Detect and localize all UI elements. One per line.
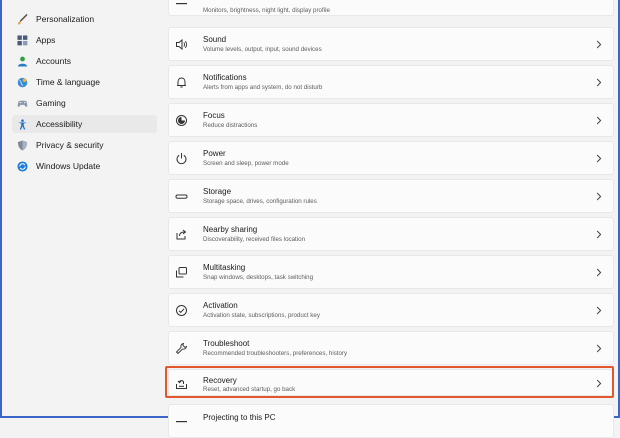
setting-projecting[interactable]: Projecting to this PC: [168, 404, 614, 438]
sidebar-item-label: Time & language: [36, 77, 100, 87]
chevron-right-icon: [596, 78, 602, 87]
display-icon: [175, 0, 188, 11]
sidebar-item-windows-update[interactable]: Windows Update: [12, 157, 157, 175]
setting-description: Reset, advanced startup, go back: [203, 386, 296, 393]
person-icon: [17, 56, 28, 67]
setting-title: Activation: [203, 301, 238, 310]
setting-title: Focus: [203, 111, 225, 120]
setting-title: Troubleshoot: [203, 339, 250, 348]
setting-description: Reduce distractions: [203, 122, 258, 129]
sidebar-item-label: Personalization: [36, 14, 95, 24]
setting-focus[interactable]: Focus Reduce distractions: [168, 103, 614, 137]
sidebar-item-label: Accounts: [36, 56, 71, 66]
sidebar: Personalization Apps Accounts Time & lan…: [12, 0, 160, 418]
setting-title: Power: [203, 149, 226, 158]
setting-title: Multitasking: [203, 263, 246, 272]
chevron-right-icon: [596, 306, 602, 315]
setting-activation[interactable]: Activation Activation state, subscriptio…: [168, 293, 614, 327]
setting-troubleshoot[interactable]: Troubleshoot Recommended troubleshooters…: [168, 331, 614, 365]
power-icon: [175, 152, 188, 165]
chevron-right-icon: [596, 154, 602, 163]
sidebar-item-label: Accessibility: [36, 119, 83, 129]
bell-icon: [175, 76, 188, 89]
chevron-right-icon: [596, 379, 602, 388]
setting-title: Recovery: [203, 376, 237, 385]
sidebar-item-personalization[interactable]: Personalization: [12, 10, 157, 28]
focus-icon: [175, 114, 188, 127]
shield-icon: [17, 139, 28, 151]
setting-storage[interactable]: Storage Storage space, drives, configura…: [168, 179, 614, 213]
brush-icon: [17, 13, 28, 25]
sidebar-item-accounts[interactable]: Accounts: [12, 52, 157, 70]
setting-recovery[interactable]: Recovery Reset, advanced startup, go bac…: [168, 369, 614, 396]
chevron-right-icon: [596, 192, 602, 201]
setting-sound[interactable]: Sound Volume levels, output, input, soun…: [168, 27, 614, 61]
setting-description: Alerts from apps and system, do not dist…: [203, 84, 323, 91]
setting-description: Activation state, subscriptions, product…: [203, 312, 320, 319]
setting-display[interactable]: Monitors, brightness, night light, displ…: [168, 0, 614, 16]
sidebar-item-apps[interactable]: Apps: [12, 31, 157, 49]
sidebar-item-label: Privacy & security: [36, 140, 104, 150]
setting-title: Nearby sharing: [203, 225, 258, 234]
sidebar-item-privacy-security[interactable]: Privacy & security: [12, 136, 157, 154]
project-icon: [175, 415, 188, 428]
setting-description: Recommended troubleshooters, preferences…: [203, 350, 348, 357]
wrench-icon: [175, 342, 188, 355]
speaker-icon: [175, 38, 188, 51]
setting-title: Sound: [203, 35, 227, 44]
gamepad-icon: [17, 98, 28, 109]
accessibility-icon: [17, 118, 28, 130]
setting-description: Discoverability, received files location: [203, 236, 306, 243]
chevron-right-icon: [596, 230, 602, 239]
chevron-right-icon: [596, 116, 602, 125]
sidebar-item-time-language[interactable]: Time & language: [12, 73, 157, 91]
globe-clock-icon: [17, 77, 28, 88]
check-circle-icon: [175, 304, 188, 317]
setting-nearby-sharing[interactable]: Nearby sharing Discoverability, received…: [168, 217, 614, 251]
setting-description: Snap windows, desktops, task switching: [203, 274, 314, 281]
sidebar-item-label: Apps: [36, 35, 56, 45]
recovery-icon: [175, 377, 188, 390]
chevron-right-icon: [596, 268, 602, 277]
setting-description: Storage space, drives, configuration rul…: [203, 198, 317, 205]
setting-description: Monitors, brightness, night light, displ…: [203, 7, 330, 14]
update-icon: [17, 160, 28, 172]
setting-notifications[interactable]: Notifications Alerts from apps and syste…: [168, 65, 614, 99]
setting-description: Volume levels, output, input, sound devi…: [203, 46, 322, 53]
sidebar-item-label: Gaming: [36, 98, 66, 108]
share-icon: [175, 228, 188, 241]
setting-power[interactable]: Power Screen and sleep, power mode: [168, 141, 614, 175]
setting-title: Notifications: [203, 73, 247, 82]
chevron-right-icon: [596, 344, 602, 353]
sidebar-item-accessibility[interactable]: Accessibility: [12, 115, 157, 133]
setting-description: Screen and sleep, power mode: [203, 160, 289, 167]
setting-title: Storage: [203, 187, 232, 196]
multitask-icon: [175, 266, 188, 279]
apps-icon: [17, 34, 28, 46]
sidebar-item-gaming[interactable]: Gaming: [12, 94, 157, 112]
chevron-right-icon: [596, 40, 602, 49]
sidebar-item-label: Windows Update: [36, 161, 101, 171]
setting-multitasking[interactable]: Multitasking Snap windows, desktops, tas…: [168, 255, 614, 289]
storage-icon: [175, 190, 188, 203]
